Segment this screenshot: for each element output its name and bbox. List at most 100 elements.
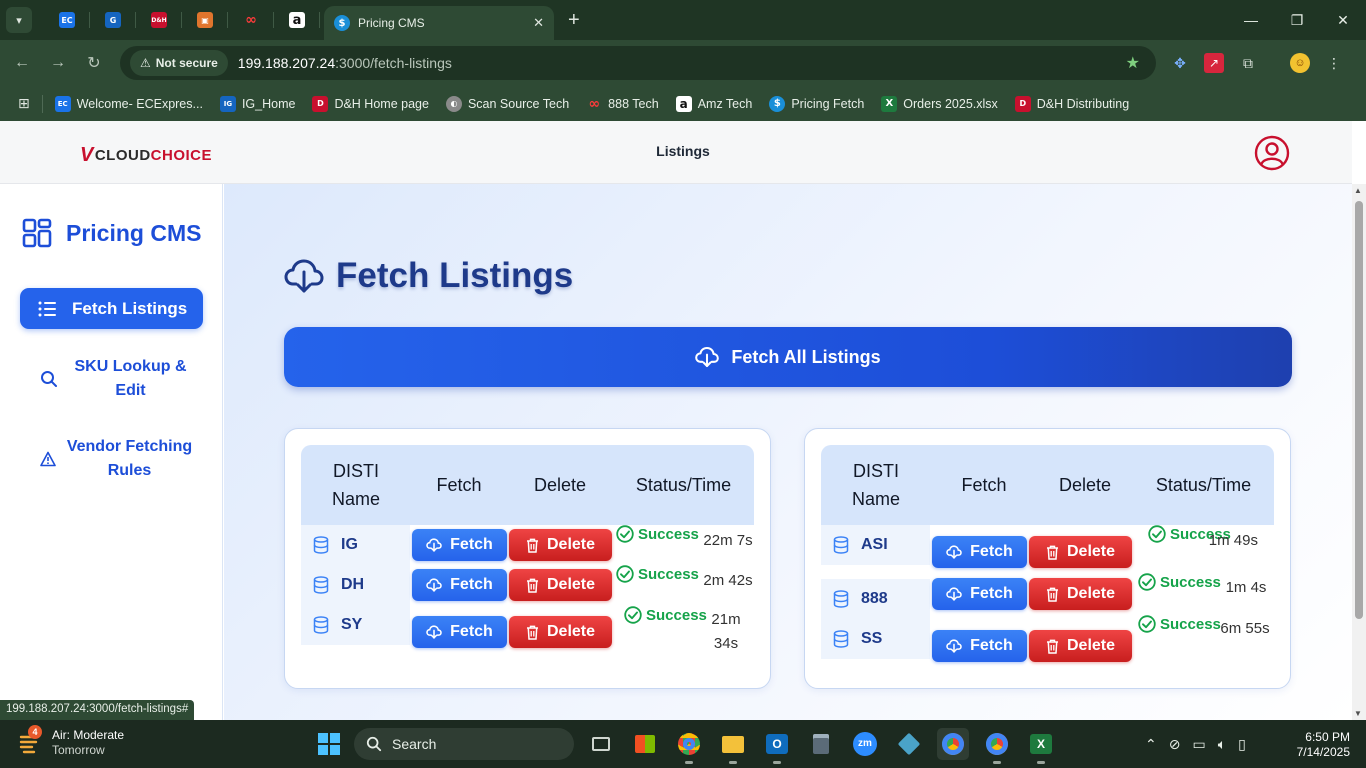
volume-muted-icon[interactable]: 🔈︎ bbox=[1218, 736, 1226, 753]
bookmark-888-tech[interactable]: ∞ 888 Tech bbox=[586, 96, 659, 112]
display-icon[interactable]: ▭ bbox=[1192, 736, 1205, 753]
close-tab-icon[interactable]: ✕ bbox=[533, 15, 544, 31]
pinned-tab-888[interactable]: ∞ bbox=[228, 0, 274, 40]
extension-arrow-icon[interactable]: ↗ bbox=[1204, 53, 1224, 73]
column-header-delete: Delete bbox=[533, 475, 587, 495]
show-hidden-icons-chevron-icon[interactable]: ⌃ bbox=[1145, 736, 1157, 753]
bookmark-star-icon[interactable]: ★ bbox=[1126, 53, 1140, 73]
bookmark-pricing-fetch[interactable]: $ Pricing Fetch bbox=[769, 95, 864, 112]
fetch-all-listings-button[interactable]: Fetch All Listings bbox=[284, 327, 1292, 387]
apps-grid-icon[interactable]: ⊞ bbox=[18, 95, 30, 112]
column-header-fetch: Fetch bbox=[436, 475, 482, 495]
close-window-icon[interactable]: ✕ bbox=[1320, 0, 1366, 40]
weather-widget[interactable]: 4 Air: Moderate Tomorrow bbox=[18, 725, 124, 758]
bookmark-ig-home[interactable]: IG IG_Home bbox=[219, 95, 295, 112]
delete-button[interactable]: Delete bbox=[509, 569, 612, 601]
chrome-profile-active-icon[interactable] bbox=[937, 728, 969, 760]
browser-toolbar: ← → ↻ ⚠ Not secure 199.188.207.24:3000/f… bbox=[0, 40, 1366, 86]
bookmark-label: 888 Tech bbox=[608, 96, 659, 111]
status-label: Success bbox=[638, 525, 699, 543]
new-tab-icon[interactable]: + bbox=[568, 9, 580, 32]
bookmark-dh-distributing[interactable]: D D&H Distributing bbox=[1014, 95, 1130, 112]
bookmark-label: D&H Distributing bbox=[1036, 96, 1130, 111]
bookmark-ecexpress[interactable]: EC Welcome- ECExpres... bbox=[54, 95, 203, 112]
delete-button[interactable]: Delete bbox=[509, 529, 612, 561]
windows-start-icon[interactable] bbox=[318, 733, 340, 755]
profile-avatar-icon[interactable]: ☺ bbox=[1290, 53, 1310, 73]
taskbar-clock[interactable]: 6:50 PM 7/14/2025 bbox=[1297, 730, 1350, 760]
bookmark-amz-tech[interactable]: a Amz Tech bbox=[675, 95, 752, 112]
user-profile-icon[interactable] bbox=[1254, 135, 1290, 171]
scroll-up-icon[interactable]: ▲ bbox=[1354, 186, 1362, 195]
network-off-icon[interactable]: ⊘ bbox=[1169, 736, 1181, 753]
fetch-button[interactable]: Fetch bbox=[932, 578, 1027, 610]
excel-icon[interactable]: X bbox=[1025, 728, 1057, 764]
trash-icon bbox=[1046, 587, 1058, 602]
bookmark-label: D&H Home page bbox=[334, 96, 429, 111]
database-icon bbox=[833, 630, 849, 648]
browser-menu-icon[interactable]: ⋮ bbox=[1324, 53, 1344, 73]
database-icon bbox=[833, 536, 849, 554]
sidebar-item-sku-lookup[interactable]: SKU Lookup & Edit bbox=[20, 354, 203, 404]
888-icon: ∞ bbox=[243, 12, 259, 28]
scroll-down-icon[interactable]: ▼ bbox=[1354, 709, 1362, 718]
bookmark-orders-2025[interactable]: X Orders 2025.xlsx bbox=[881, 95, 998, 112]
browser-tab-bar: ▾ EC G D&H ▣ ∞ a $ Pricing CMS ✕ + — ❐ ✕ bbox=[0, 0, 1366, 40]
check-circle-icon bbox=[1138, 573, 1156, 591]
zoom-icon[interactable]: zm bbox=[849, 728, 881, 760]
fetch-button[interactable]: Fetch bbox=[412, 616, 507, 648]
security-chip[interactable]: ⚠ Not secure bbox=[130, 50, 228, 76]
cloudchoice-logo[interactable]: V CLOUD CHOICE bbox=[80, 144, 212, 167]
scrollbar-thumb[interactable] bbox=[1355, 201, 1363, 619]
chrome-icon[interactable] bbox=[673, 728, 705, 764]
chrome-profile-icon[interactable] bbox=[981, 728, 1013, 764]
delete-button[interactable]: Delete bbox=[1029, 630, 1132, 662]
task-view-icon[interactable] bbox=[585, 728, 617, 760]
delete-button[interactable]: Delete bbox=[1029, 536, 1132, 568]
tab-search-chevron-icon[interactable]: ▾ bbox=[6, 7, 32, 33]
extension-puzzle-blue-icon[interactable]: ✥ bbox=[1170, 53, 1190, 73]
extensions-icon[interactable]: ⧉ bbox=[1238, 53, 1258, 73]
microsoft-store-icon[interactable] bbox=[629, 728, 661, 760]
page-scrollbar[interactable]: ▲ ▼ bbox=[1352, 184, 1366, 720]
active-tab[interactable]: $ Pricing CMS ✕ bbox=[324, 6, 554, 40]
bookmark-dh-home[interactable]: D D&H Home page bbox=[312, 95, 429, 112]
calculator-icon[interactable] bbox=[805, 728, 837, 760]
forward-icon[interactable]: → bbox=[40, 54, 76, 72]
minimize-icon[interactable]: — bbox=[1228, 0, 1274, 40]
disti-name: SS bbox=[861, 630, 883, 647]
disti-name: SY bbox=[341, 616, 363, 633]
cloud-download-icon bbox=[426, 625, 442, 639]
window-controls: — ❐ ✕ bbox=[1228, 0, 1366, 40]
url-text[interactable]: 199.188.207.24:3000/fetch-listings bbox=[238, 55, 452, 71]
delete-button[interactable]: Delete bbox=[1029, 578, 1132, 610]
fetch-button[interactable]: Fetch bbox=[412, 569, 507, 601]
pinned-tab-g[interactable]: G bbox=[90, 0, 136, 40]
sidebar-item-fetch-listings[interactable]: Fetch Listings bbox=[20, 288, 203, 329]
diamond-app-icon[interactable] bbox=[893, 728, 925, 760]
battery-icon[interactable]: ▯ bbox=[1238, 736, 1246, 753]
pinned-tab-ec[interactable]: EC bbox=[44, 0, 90, 40]
file-explorer-icon[interactable] bbox=[717, 728, 749, 764]
nav-listings[interactable]: Listings bbox=[640, 143, 726, 159]
pinned-tab-amazon[interactable]: a bbox=[274, 0, 320, 40]
fetch-button[interactable]: Fetch bbox=[932, 536, 1027, 568]
address-bar[interactable]: ⚠ Not secure 199.188.207.24:3000/fetch-l… bbox=[120, 46, 1156, 80]
pinned-tab-box[interactable]: ▣ bbox=[182, 0, 228, 40]
sidebar-item-vendor-rules[interactable]: Vendor Fetching Rules bbox=[20, 434, 203, 484]
pinned-tab-dh[interactable]: D&H bbox=[136, 0, 182, 40]
bookmark-label: Welcome- ECExpres... bbox=[76, 96, 203, 111]
outlook-icon[interactable]: O bbox=[761, 728, 793, 764]
disti-cell: IG bbox=[301, 525, 410, 565]
delete-button[interactable]: Delete bbox=[509, 616, 612, 648]
reload-icon[interactable]: ↻ bbox=[76, 53, 112, 73]
bookmark-scan-source[interactable]: ◐ Scan Source Tech bbox=[445, 95, 569, 112]
bookmarks-bar: ⊞ EC Welcome- ECExpres... IG IG_Home D D&H … bbox=[0, 86, 1366, 121]
back-icon[interactable]: ← bbox=[4, 54, 40, 72]
fetch-button[interactable]: Fetch bbox=[412, 529, 507, 561]
maximize-icon[interactable]: ❐ bbox=[1274, 0, 1320, 40]
fetch-button-label: Fetch bbox=[970, 585, 1013, 602]
fetch-button[interactable]: Fetch bbox=[932, 630, 1027, 662]
taskbar-search[interactable]: Search bbox=[354, 728, 574, 760]
distributor-table-left: DISTI Name Fetch Delete Status/Time IG F… bbox=[284, 428, 771, 689]
